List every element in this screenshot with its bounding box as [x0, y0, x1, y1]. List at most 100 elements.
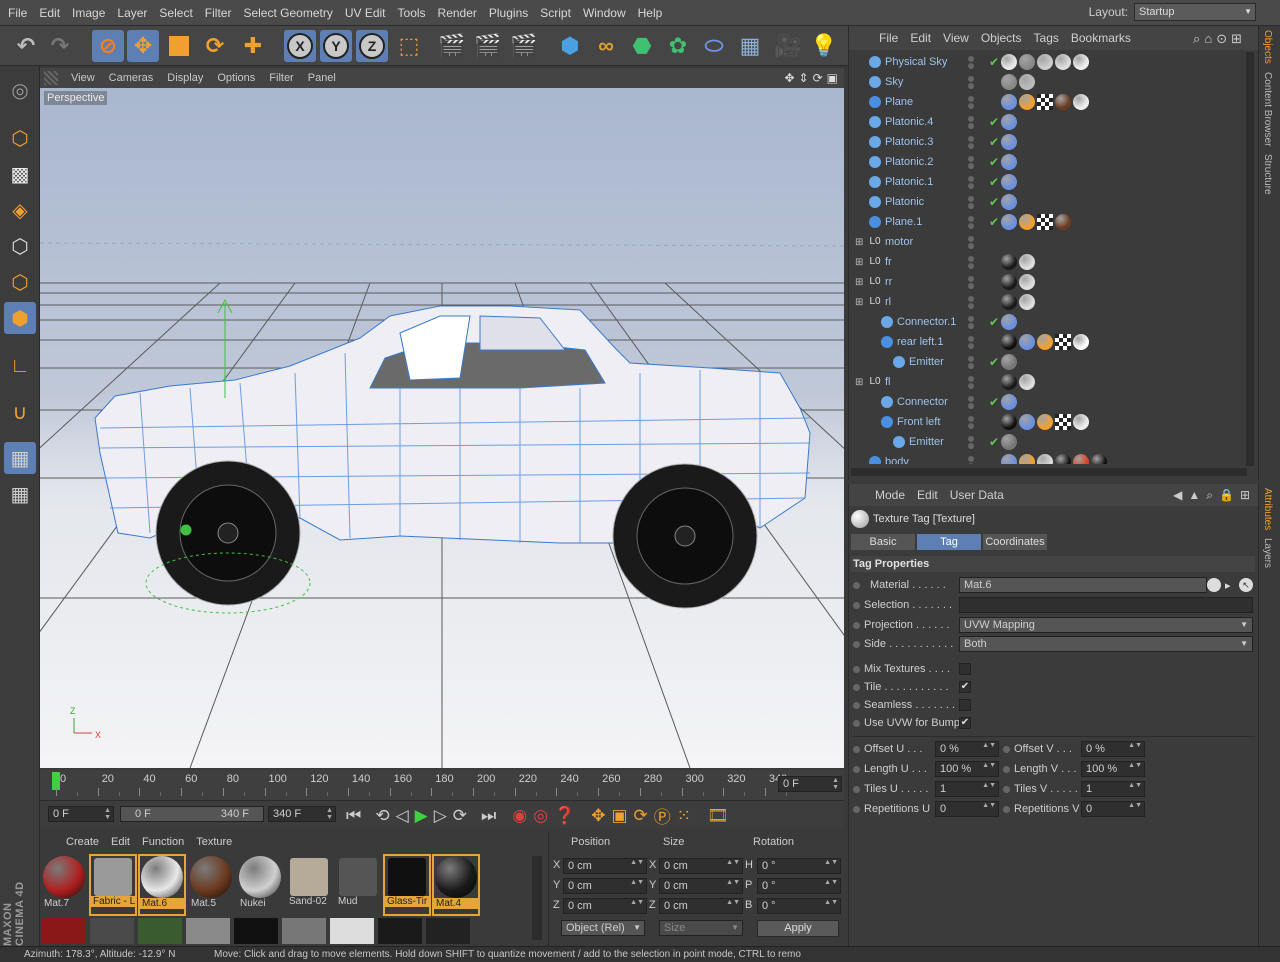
material-thumb[interactable] — [282, 918, 326, 944]
enabled-check-icon[interactable]: ✔ — [989, 315, 999, 329]
key-parameter-icon[interactable]: Ⓟ — [654, 803, 671, 828]
uvw-bump-checkbox[interactable]: ✔ — [959, 717, 971, 729]
object-menu-tags[interactable]: Tags — [1028, 31, 1065, 45]
position-field[interactable]: 0 cm ▲▼ — [563, 898, 647, 914]
material-thumb[interactable] — [42, 918, 86, 944]
material-swatch[interactable]: Mud — [336, 856, 380, 914]
material-swatch[interactable]: Sand-02 — [287, 856, 331, 914]
position-field[interactable]: 0 cm ▲▼ — [563, 858, 647, 874]
cube-object-button[interactable]: ⬢ — [554, 30, 586, 62]
object-row[interactable]: rear left.1 — [849, 332, 1247, 352]
material-tag-icon[interactable] — [1001, 274, 1017, 290]
attribute-menu-mode[interactable]: Mode — [869, 488, 911, 502]
material-tag-icon[interactable] — [1001, 334, 1017, 350]
material-menu-edit[interactable]: Edit — [105, 836, 136, 848]
material-tag-icon[interactable] — [1019, 214, 1035, 230]
attribute-menu-edit[interactable]: Edit — [911, 488, 944, 502]
material-pick-icon[interactable]: ↖ — [1239, 578, 1253, 592]
mix-textures-checkbox[interactable] — [959, 663, 971, 675]
object-row[interactable]: Platonic.1 ✔ — [849, 172, 1247, 192]
material-tag-icon[interactable] — [1001, 54, 1017, 70]
projection-dropdown[interactable]: UVW Mapping ▼ — [959, 617, 1253, 633]
visibility-dots[interactable] — [968, 52, 984, 72]
object-menu-edit[interactable]: Edit — [904, 31, 937, 45]
material-tag-icon[interactable] — [1019, 254, 1035, 270]
material-tag-icon[interactable] — [1073, 334, 1089, 350]
bookmark-icon[interactable]: ⊙ — [1216, 31, 1227, 47]
render-view-button[interactable]: 🎬 — [436, 30, 468, 62]
object-row[interactable]: Emitter ✔ — [849, 352, 1247, 372]
material-tag-icon[interactable] — [1037, 334, 1053, 350]
material-tag-icon[interactable] — [1055, 454, 1071, 464]
material-thumb[interactable] — [378, 918, 422, 944]
object-row[interactable]: Plane — [849, 92, 1247, 112]
y-axis-lock[interactable]: Y — [320, 30, 352, 62]
key-position-icon[interactable]: ✥ — [591, 806, 605, 826]
visibility-dots[interactable] — [968, 152, 984, 172]
material-tag-icon[interactable] — [1037, 414, 1053, 430]
object-menu-file[interactable]: File — [873, 31, 904, 45]
search-icon[interactable]: ⌕ — [1193, 31, 1200, 47]
material-swatch[interactable]: Mat.6 — [138, 854, 186, 916]
rotation-field[interactable]: 0 ° ▲▼ — [757, 858, 841, 874]
key-scale-icon[interactable]: ▣ — [611, 806, 627, 826]
timeline[interactable]: 0 20 40 60 80 100 120 140 160 180 200 220 240 260 280 3… — [40, 770, 844, 800]
material-swatch[interactable]: Mat.4 — [432, 854, 480, 916]
checker-tag-icon[interactable] — [1037, 94, 1053, 110]
perspective-viewport[interactable]: Z X Perspective — [40, 88, 844, 768]
object-row[interactable]: Connector ✔ — [849, 392, 1247, 412]
rotate-tool[interactable]: ⟳ — [199, 30, 231, 62]
visibility-dots[interactable] — [968, 332, 984, 352]
object-row[interactable]: Platonic.3 ✔ — [849, 132, 1247, 152]
object-menu-objects[interactable]: Objects — [975, 31, 1028, 45]
uv-param-field[interactable]: 1 ▲▼ — [935, 781, 999, 797]
enabled-check-icon[interactable]: ✔ — [989, 135, 999, 149]
back-icon[interactable]: ◀ — [1173, 488, 1182, 503]
viewport-move-icon[interactable]: ✥ — [784, 71, 794, 85]
material-tag-icon[interactable] — [1001, 94, 1017, 110]
material-thumb[interactable] — [426, 918, 470, 944]
material-tag-icon[interactable] — [1073, 414, 1089, 430]
object-row[interactable]: ⊞ L0 rl — [849, 292, 1247, 312]
play-icon[interactable]: ▶ — [415, 806, 428, 826]
material-tag-icon[interactable] — [1055, 94, 1071, 110]
menu-image[interactable]: Image — [66, 0, 111, 26]
spline-button[interactable]: ∞ — [590, 30, 622, 62]
material-menu-create[interactable]: Create — [60, 836, 105, 848]
tab-tag[interactable]: Tag — [917, 534, 981, 550]
material-tag-icon[interactable] — [1019, 374, 1035, 390]
go-to-end-icon[interactable]: ⏭ — [481, 806, 496, 826]
material-tag-icon[interactable] — [1001, 434, 1017, 450]
prev-key-icon[interactable]: ⟲ — [375, 806, 389, 826]
locked-workplane-button[interactable]: ▦ — [4, 442, 36, 474]
points-mode-button[interactable]: ⬡ — [4, 230, 36, 262]
workplane-mode-button[interactable]: ◈ — [4, 194, 36, 226]
viewport-menu-view[interactable]: View — [64, 72, 102, 84]
visibility-dots[interactable] — [968, 172, 984, 192]
rotation-field[interactable]: 0 ° ▲▼ — [757, 878, 841, 894]
side-tab-content-browser[interactable]: Content Browser — [1259, 68, 1276, 150]
material-swatch[interactable]: Fabric - L — [89, 854, 137, 916]
object-row[interactable]: ⊞ L0 motor — [849, 232, 1247, 252]
menu-select-geometry[interactable]: Select Geometry — [237, 0, 338, 26]
layout-dropdown[interactable]: Startup — [1134, 3, 1256, 21]
material-tag-icon[interactable] — [1091, 454, 1107, 464]
move-tool[interactable]: ✥ — [127, 30, 159, 62]
render-picture-viewer-button[interactable]: 🎬 — [472, 30, 504, 62]
viewport-menu-panel[interactable]: Panel — [301, 72, 343, 84]
material-thumb[interactable] — [234, 918, 278, 944]
enabled-check-icon[interactable]: ✔ — [989, 155, 999, 169]
menu-select[interactable]: Select — [153, 0, 198, 26]
object-row[interactable]: Platonic.4 ✔ — [849, 112, 1247, 132]
enabled-check-icon[interactable]: ✔ — [989, 355, 999, 369]
visibility-dots[interactable] — [968, 212, 984, 232]
visibility-dots[interactable] — [968, 412, 984, 432]
material-thumb[interactable] — [90, 918, 134, 944]
material-tag-icon[interactable] — [1001, 294, 1017, 310]
object-tree-scrollbar[interactable] — [1246, 52, 1254, 466]
last-tool[interactable]: ✚ — [237, 30, 269, 62]
enabled-check-icon[interactable]: ✔ — [989, 55, 999, 69]
snapping-button[interactable]: ∪ — [4, 396, 36, 428]
enabled-check-icon[interactable]: ✔ — [989, 435, 999, 449]
object-row[interactable]: Platonic.2 ✔ — [849, 152, 1247, 172]
